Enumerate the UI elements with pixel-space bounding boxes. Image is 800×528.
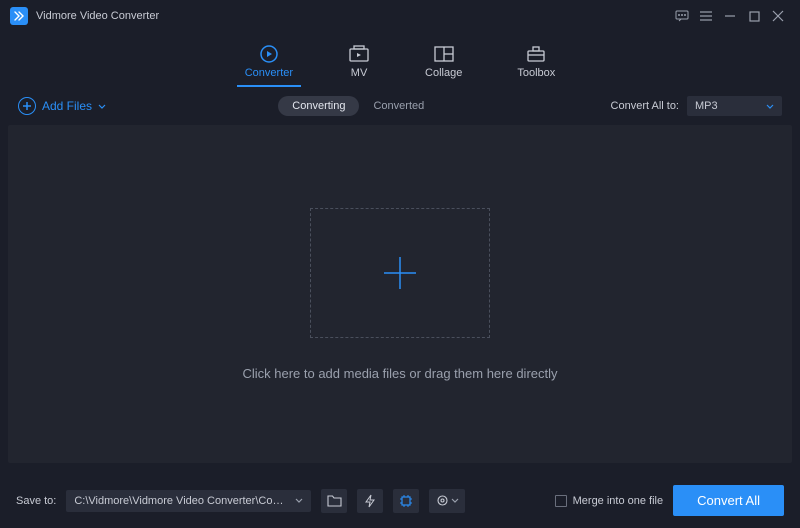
chevron-down-icon bbox=[98, 104, 106, 109]
feedback-button[interactable] bbox=[670, 4, 694, 28]
convert-all-button[interactable]: Convert All bbox=[673, 485, 784, 516]
hardware-accel-button[interactable] bbox=[357, 489, 383, 513]
open-folder-button[interactable] bbox=[321, 489, 347, 513]
tab-mv[interactable]: MV bbox=[348, 45, 370, 87]
collage-icon bbox=[433, 45, 455, 63]
checkbox-icon bbox=[555, 495, 567, 507]
tab-collage[interactable]: Collage bbox=[425, 45, 462, 87]
convert-all-to-label: Convert All to: bbox=[611, 100, 679, 112]
format-selected-value: MP3 bbox=[695, 100, 718, 112]
tab-converter[interactable]: Converter bbox=[245, 45, 293, 87]
merge-checkbox[interactable]: Merge into one file bbox=[555, 495, 664, 507]
drop-hint-text: Click here to add media files or drag th… bbox=[242, 366, 557, 381]
gear-icon bbox=[436, 494, 449, 507]
chevron-down-icon bbox=[451, 498, 459, 503]
segment-converted[interactable]: Converted bbox=[359, 96, 438, 116]
save-path-select[interactable]: C:\Vidmore\Vidmore Video Converter\Conve… bbox=[66, 490, 311, 512]
chevron-down-icon bbox=[295, 498, 303, 503]
tab-label: Toolbox bbox=[517, 67, 555, 79]
toolbox-icon bbox=[525, 45, 547, 63]
tab-label: Collage bbox=[425, 67, 462, 79]
add-files-label: Add Files bbox=[42, 99, 92, 113]
app-title: Vidmore Video Converter bbox=[36, 10, 159, 22]
minimize-button[interactable] bbox=[718, 4, 742, 28]
mv-icon bbox=[348, 45, 370, 63]
folder-icon bbox=[327, 495, 342, 507]
add-files-button[interactable]: Add Files bbox=[18, 97, 106, 115]
drop-zone[interactable] bbox=[310, 208, 490, 338]
chip-icon bbox=[399, 494, 413, 508]
segment-converting[interactable]: Converting bbox=[278, 96, 359, 116]
close-button[interactable] bbox=[766, 4, 790, 28]
menu-button[interactable] bbox=[694, 4, 718, 28]
merge-label: Merge into one file bbox=[573, 495, 664, 507]
main-panel: Click here to add media files or drag th… bbox=[8, 125, 792, 463]
sub-toolbar: Add Files Converting Converted Convert A… bbox=[0, 87, 800, 125]
app-logo-icon bbox=[10, 7, 28, 25]
converter-icon bbox=[258, 45, 280, 63]
gpu-accel-button[interactable] bbox=[393, 489, 419, 513]
bottom-bar: Save to: C:\Vidmore\Vidmore Video Conver… bbox=[0, 473, 800, 528]
chevron-down-icon bbox=[766, 104, 774, 109]
tab-label: MV bbox=[351, 67, 368, 79]
top-navigation: Converter MV Collage Toolbox bbox=[0, 32, 800, 87]
maximize-button[interactable] bbox=[742, 4, 766, 28]
save-to-label: Save to: bbox=[16, 495, 56, 507]
title-bar: Vidmore Video Converter bbox=[0, 0, 800, 32]
save-path-value: C:\Vidmore\Vidmore Video Converter\Conve… bbox=[74, 495, 289, 507]
plus-circle-icon bbox=[18, 97, 36, 115]
lightning-icon bbox=[364, 494, 376, 508]
tab-toolbox[interactable]: Toolbox bbox=[517, 45, 555, 87]
tab-label: Converter bbox=[245, 67, 293, 79]
settings-button[interactable] bbox=[429, 489, 465, 513]
output-format-select[interactable]: MP3 bbox=[687, 96, 782, 116]
plus-icon bbox=[380, 253, 420, 293]
